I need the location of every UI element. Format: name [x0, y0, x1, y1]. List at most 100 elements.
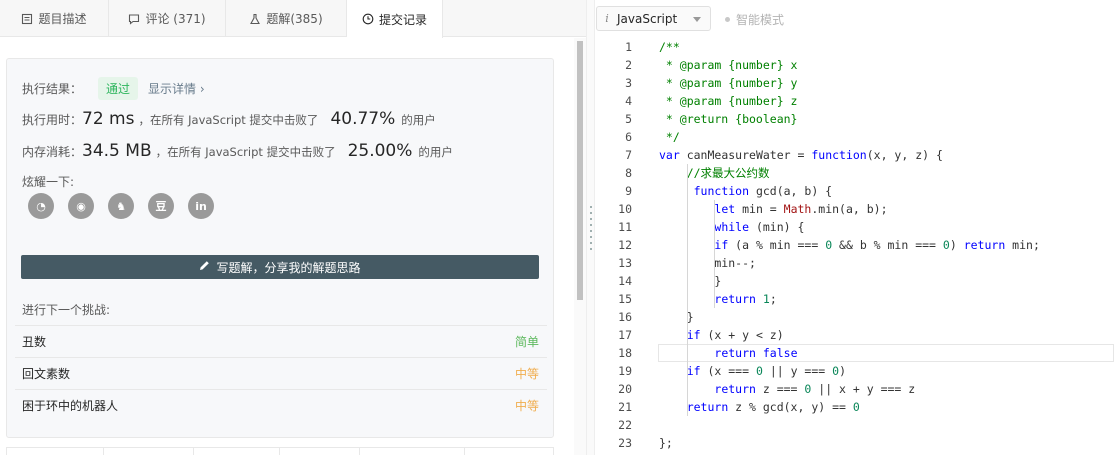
code-token: return [714, 292, 756, 306]
code-token: return [714, 382, 756, 396]
wechat-icon[interactable]: ◔ [28, 193, 54, 219]
code-token: && b % min === [832, 238, 943, 252]
indent-guide [686, 164, 688, 416]
line-number: 6 [625, 130, 632, 144]
share-buttons: ◔ ◉ ♞ 豆 in [28, 193, 214, 219]
code-line[interactable]: 12 if (a % min === 0 && b % min === 0) r… [595, 236, 1114, 254]
code-token: //求最大公约数 [686, 166, 770, 180]
runtime-suffix: 的用户 [401, 113, 436, 127]
share-label: 炫耀一下: [22, 175, 75, 189]
code-line[interactable]: 4 * @param {number} z [595, 92, 1114, 110]
line-number: 1 [625, 40, 632, 54]
code-token: ) [949, 238, 964, 252]
line-number: 10 [618, 202, 632, 216]
line-number: 5 [625, 112, 632, 126]
code-line[interactable]: 9 function gcd(a, b) { [595, 182, 1114, 200]
code-token: false [762, 346, 798, 360]
code-line[interactable]: 18 return false [595, 344, 1114, 362]
line-number: 20 [618, 382, 632, 396]
code-token: var [659, 148, 680, 162]
code-token: }; [659, 436, 673, 450]
code-line[interactable]: 7 var canMeasureWater = function(x, y, z)… [595, 146, 1114, 164]
tab-label: 评论 (371) [145, 12, 206, 26]
code-line[interactable]: 15 return 1; [595, 290, 1114, 308]
left-scrollbar-thumb[interactable] [577, 41, 583, 300]
code-token: z % gcd(x, y) == [728, 400, 853, 414]
code-token: } [659, 274, 722, 288]
code-line[interactable]: 2 * @param {number} x [595, 56, 1114, 74]
code-line[interactable]: 22 [595, 416, 1114, 434]
tab-description[interactable]: 题目描述 [0, 0, 109, 37]
tab-solutions[interactable]: 题解(385) [226, 0, 347, 37]
code-token: Math [783, 202, 812, 216]
code-line[interactable]: 23}; [595, 434, 1114, 452]
pane-splitter[interactable] [586, 0, 595, 455]
indent-guide [714, 200, 716, 308]
line-number: 19 [618, 364, 632, 378]
code-line[interactable]: 11 while (min) { [595, 218, 1114, 236]
code-token: * @param {number} x [659, 58, 798, 72]
code-line[interactable]: 5 * @return {boolean} [595, 110, 1114, 128]
tab-comments[interactable]: 评论 (371) [109, 0, 226, 37]
code-text: * @param {number} y [659, 74, 798, 92]
line-number: 7 [625, 148, 632, 162]
line-number: 8 [625, 166, 632, 180]
code-token: * @param {number} z [659, 94, 798, 108]
code-text: let min = Math.min(a, b); [659, 200, 888, 218]
code-token: while [714, 220, 750, 234]
code-line[interactable]: 13 min--; [595, 254, 1114, 272]
code-line[interactable]: 16 } [595, 308, 1114, 326]
code-line[interactable]: 8 //求最大公约数 [595, 164, 1114, 182]
line-number: 13 [618, 256, 632, 270]
difficulty-badge: 简单 [514, 335, 539, 349]
code-line[interactable]: 21 return z % gcd(x, y) == 0 [595, 398, 1114, 416]
list-item[interactable]: 回文素数 中等 [15, 357, 547, 389]
list-item[interactable]: 困于环中的机器人 中等 [15, 389, 547, 421]
code-line[interactable]: 20 return z === 0 || x + y === z [595, 380, 1114, 398]
language-select[interactable]: i JavaScript [596, 6, 711, 31]
code-line[interactable]: 14 } [595, 272, 1114, 290]
code-line[interactable]: 17 if (x + y < z) [595, 326, 1114, 344]
code-text: if (x + y < z) [659, 326, 784, 344]
line-number: 18 [618, 346, 632, 360]
code-line[interactable]: 1 /** [595, 38, 1114, 56]
code-token: if [686, 364, 701, 378]
result-row: 执行结果： 通过 显示详情 › [22, 77, 205, 100]
smart-mode-toggle[interactable]: 智能模式 [725, 11, 784, 28]
problem-title: 回文素数 [22, 367, 71, 381]
linkedin-icon[interactable]: in [188, 193, 214, 219]
code-editor[interactable]: 1 /** 2 * @param {number} x3 * @param {num… [595, 37, 1114, 455]
code-text: */ [659, 128, 680, 146]
code-text: /** [659, 38, 680, 56]
code-line[interactable]: 3 * @param {number} y [595, 74, 1114, 92]
qq-icon[interactable]: ♞ [108, 193, 134, 219]
bottom-tabs-strip [6, 447, 554, 455]
tab-submissions[interactable]: 提交记录 [347, 0, 443, 38]
code-line[interactable]: 19 if (x === 0 || y === 0) [595, 362, 1114, 380]
code-token: (min) { [749, 220, 805, 234]
code-text: return false [659, 344, 798, 362]
left-scrollbar[interactable] [574, 38, 586, 455]
line-number: 9 [625, 184, 632, 198]
problem-title: 困于环中的机器人 [22, 399, 119, 413]
weibo-icon[interactable]: ◉ [68, 193, 94, 219]
memory-row: 内存消耗： 34.5 MB ，在所有 JavaScript 提交中击败了 25.… [22, 141, 453, 161]
douban-icon[interactable]: 豆 [148, 193, 174, 219]
code-token: gcd(a, b) { [749, 184, 833, 198]
pencil-icon [199, 260, 210, 274]
line-number: 21 [618, 400, 632, 414]
code-token: .min(a, b); [811, 202, 888, 216]
code-token: (x, y, z) { [866, 148, 943, 162]
code-token: min--; [659, 256, 756, 270]
code-line[interactable]: 6 */ [595, 128, 1114, 146]
list-item[interactable]: 丑数 简单 [15, 325, 547, 357]
left-pane: 题目描述 评论 (371) 题解(385) 提交记录 执行结果： 通过 显示详情… [0, 0, 586, 455]
code-line[interactable]: 10 let min = Math.min(a, b); [595, 200, 1114, 218]
tab-label: 提交记录 [378, 12, 427, 27]
write-solution-button[interactable]: 写题解，分享我的解题思路 [21, 255, 539, 279]
show-details-link[interactable]: 显示详情 › [148, 80, 205, 97]
code-token: /** [659, 40, 680, 54]
